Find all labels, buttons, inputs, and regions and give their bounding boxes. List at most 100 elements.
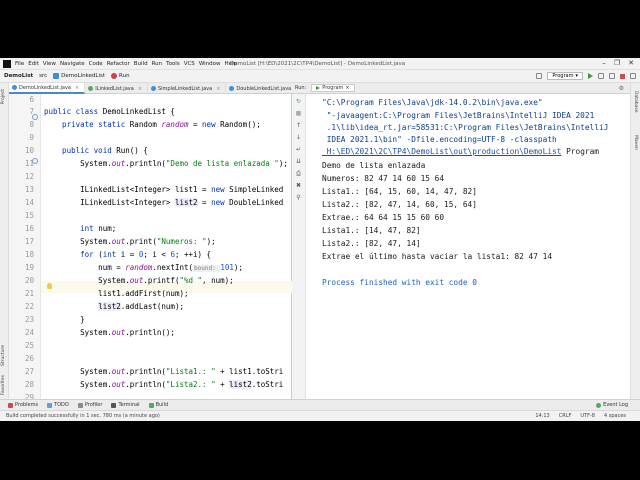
problems-tool-button[interactable]: Problems (8, 402, 38, 408)
chevron-down-icon: ▾ (575, 72, 578, 79)
maximize-button[interactable]: ❐ (614, 59, 620, 67)
navigation-bar: DemoList src DemoLinkedList Run Program ▾ (0, 70, 640, 83)
token: .toStri (251, 380, 284, 389)
rerun-icon[interactable]: ↻ (295, 98, 302, 105)
run-config-icon (316, 86, 321, 90)
menu-tools[interactable]: Tools (166, 61, 180, 67)
soft-wrap-icon[interactable]: ↵ (295, 146, 302, 153)
breadcrumb-src-label: src (39, 73, 48, 79)
line-number: 12 (24, 172, 34, 181)
maven-tool-button[interactable]: Maven (633, 135, 638, 150)
down-arrow-icon[interactable]: ↓ (295, 134, 302, 141)
todo-tool-button[interactable]: TODO (47, 402, 69, 408)
tab-ilinkedlist[interactable]: ILinkedList.java × (85, 83, 148, 94)
run-tab-program[interactable]: Program × (311, 84, 355, 92)
close-tab-icon[interactable]: × (216, 86, 220, 92)
status-bar: Build completed successfully in 1 sec, 7… (0, 410, 640, 421)
database-tool-button[interactable]: Database (633, 91, 638, 112)
menu-vcs[interactable]: VCS (184, 61, 195, 67)
token: ILinkedList<Integer> (44, 198, 175, 207)
token: int (80, 224, 99, 233)
close-tab-icon[interactable]: × (345, 85, 349, 92)
console-line: H:\ED\2021\2C\TP4\DemoList\out\productio… (322, 146, 599, 158)
classpath-link[interactable]: H:\ED\2021\2C\TP4\DemoList\out\productio… (322, 147, 562, 156)
build-hammer-icon[interactable] (536, 73, 543, 79)
gear-icon[interactable]: ⚙ (619, 85, 624, 92)
menu-run[interactable]: Run (152, 61, 163, 67)
debug-icon[interactable] (598, 73, 604, 79)
event-log-label: Event Log (603, 402, 628, 408)
caret-position[interactable]: 14:13 (535, 413, 549, 419)
bottom-tool-bar: Problems TODO Profiler Terminal Build Ev… (0, 399, 640, 410)
terminal-icon (111, 402, 117, 408)
status-widgets: 14:13 CRLF UTF-8 4 spaces (535, 413, 626, 419)
event-log-button[interactable]: Event Log (596, 402, 628, 408)
line-number-gutter[interactable]: 6 7 8 9 10 11 12 13 14 15 16 17 18 19 20… (9, 94, 41, 402)
console-line: Lista1.: [64, 15, 60, 14, 47, 82] (322, 187, 477, 196)
run-gutter-icon[interactable] (32, 114, 38, 120)
tab-simplelinkedlist[interactable]: SimpleLinkedList.java × (148, 83, 227, 94)
scroll-to-end-icon[interactable]: ⇊ (295, 158, 302, 165)
line-number: 25 (24, 341, 34, 350)
close-tab-icon[interactable]: × (138, 86, 142, 92)
todo-label: TODO (54, 402, 69, 408)
run-configuration-select[interactable]: Program ▾ (547, 72, 583, 80)
coverage-icon[interactable] (609, 73, 615, 79)
up-arrow-icon[interactable]: ↑ (295, 122, 302, 129)
search-icon[interactable] (630, 73, 636, 79)
terminal-tool-button[interactable]: Terminal (111, 402, 140, 408)
menu-edit[interactable]: Edit (28, 61, 39, 67)
token: ILinkedList<Integer> list1 = (44, 185, 212, 194)
window-title: DemoList [H:\ED\2021\2C\TP4\DemoList] - … (230, 60, 406, 67)
run-icon[interactable] (588, 73, 593, 79)
minimize-button[interactable]: – (602, 59, 606, 67)
token: list2 (98, 302, 121, 311)
stop-icon[interactable] (620, 73, 625, 79)
token: + (215, 380, 230, 389)
file-encoding[interactable]: UTF-8 (580, 413, 595, 419)
code-editor[interactable]: DemoLinkedList.java × ILinkedList.java × S… (9, 83, 306, 402)
problems-label: Problems (15, 402, 39, 408)
stop-icon[interactable]: ■ (295, 110, 302, 117)
tab-demolinkedlist[interactable]: DemoLinkedList.java × (9, 83, 86, 94)
menu-navigate[interactable]: Navigate (60, 61, 85, 67)
indent-setting[interactable]: 4 spaces (604, 413, 626, 419)
menu-view[interactable]: View (43, 61, 56, 67)
pin-icon[interactable]: ⚲ (295, 194, 302, 201)
token: .println(); (125, 328, 175, 337)
code-line-17: System.out.print("Numeros: "); (44, 237, 215, 247)
print-icon[interactable]: ⎙ (295, 170, 302, 177)
trash-icon[interactable]: ✖ (295, 182, 302, 189)
token: out (111, 328, 126, 337)
tab-label: ILinkedList.java (95, 85, 134, 92)
project-tool-button[interactable]: Project (1, 89, 6, 104)
close-window-button[interactable]: ✕ (628, 59, 634, 67)
problems-icon (8, 402, 13, 408)
breadcrumb-class[interactable]: DemoLinkedList (53, 73, 105, 79)
line-separator[interactable]: CRLF (559, 413, 572, 419)
line-number: 23 (24, 315, 34, 324)
favorites-tool-button[interactable]: Favorites (1, 375, 6, 395)
profiler-tool-button[interactable]: Profiler (77, 402, 102, 408)
run-panel-label: Run: (295, 85, 307, 91)
code-line-21: list1.addFirst(num); (44, 289, 188, 299)
window-controls: – ❐ ✕ (602, 59, 634, 67)
breadcrumb-method[interactable]: Run (111, 73, 130, 79)
close-tab-icon[interactable]: × (75, 85, 79, 91)
structure-tool-button[interactable]: Structure (1, 345, 6, 366)
line-number: 17 (24, 237, 34, 246)
menu-build[interactable]: Build (134, 61, 148, 67)
breadcrumb-src[interactable]: src (39, 73, 47, 79)
menu-code[interactable]: Code (89, 61, 103, 67)
token: System. (44, 367, 112, 376)
method-gutter-icon[interactable] (32, 158, 38, 164)
line-number: 15 (24, 211, 34, 220)
menu-file[interactable]: File (15, 61, 24, 67)
build-tool-button[interactable]: Build (148, 402, 168, 408)
status-message[interactable]: Build completed successfully in 1 sec, 7… (6, 413, 160, 419)
breadcrumb-project[interactable]: DemoList (4, 73, 33, 79)
menu-refactor[interactable]: Refactor (107, 61, 130, 67)
menu-window[interactable]: Window (199, 61, 221, 67)
token: System. (44, 159, 112, 168)
console-line: Extrae el último hasta vaciar la lista1:… (322, 252, 553, 261)
